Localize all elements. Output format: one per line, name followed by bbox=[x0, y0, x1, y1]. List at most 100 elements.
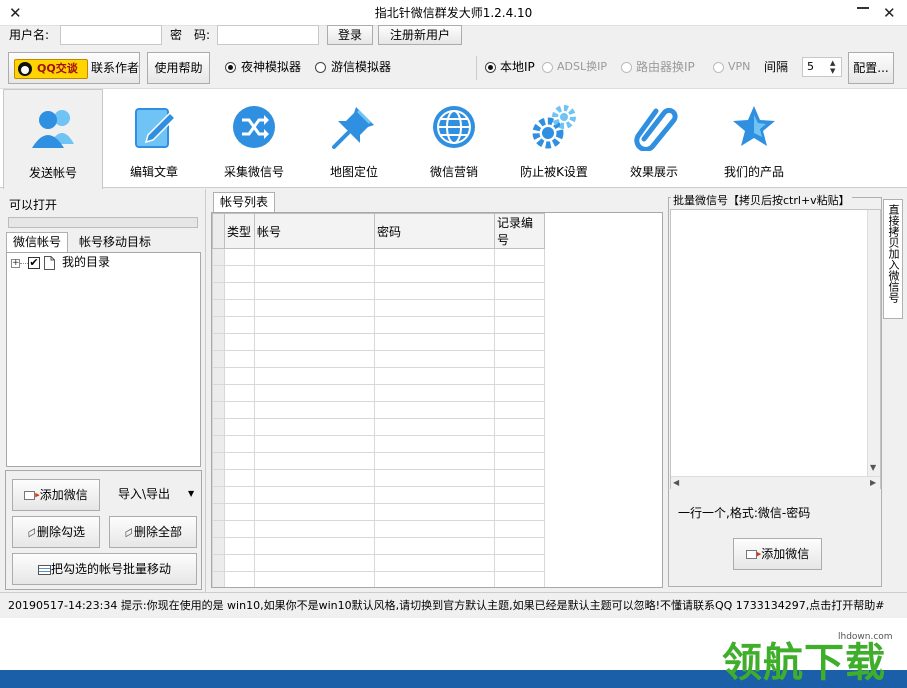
radio-selected[interactable] bbox=[485, 62, 496, 73]
table-cell[interactable] bbox=[374, 554, 495, 572]
password-input[interactable] bbox=[217, 25, 319, 45]
table-cell[interactable] bbox=[494, 384, 545, 402]
table-cell[interactable] bbox=[254, 299, 375, 317]
table-cell[interactable] bbox=[224, 248, 255, 266]
radio-unselected[interactable] bbox=[315, 62, 326, 73]
table-row[interactable] bbox=[212, 571, 545, 587]
table-row[interactable] bbox=[212, 435, 545, 453]
delete-checked-button[interactable]: ▱删除勾选 bbox=[12, 516, 100, 548]
tool-send-accounts[interactable]: 发送帐号 bbox=[3, 89, 103, 190]
row-header-cell[interactable] bbox=[212, 452, 225, 470]
table-cell[interactable] bbox=[374, 571, 495, 587]
table-cell[interactable] bbox=[374, 265, 495, 283]
batch-wechat-textarea[interactable]: ◀ ▶ ▼ bbox=[670, 209, 881, 489]
table-row[interactable] bbox=[212, 350, 545, 368]
table-cell[interactable] bbox=[224, 401, 255, 419]
row-header-cell[interactable] bbox=[212, 469, 225, 487]
scroll-down-icon[interactable]: ▼ bbox=[870, 462, 876, 474]
add-wechat-button[interactable]: ▸添加微信 bbox=[12, 479, 100, 511]
scroll-right-icon[interactable]: ▶ bbox=[870, 477, 876, 489]
tab-account-list[interactable]: 帐号列表 bbox=[213, 192, 275, 212]
table-cell[interactable] bbox=[494, 452, 545, 470]
table-cell[interactable] bbox=[254, 469, 375, 487]
table-cell[interactable] bbox=[224, 503, 255, 521]
table-row[interactable] bbox=[212, 316, 545, 334]
table-cell[interactable] bbox=[224, 316, 255, 334]
table-cell[interactable] bbox=[254, 520, 375, 538]
table-cell[interactable] bbox=[224, 571, 255, 587]
table-cell[interactable] bbox=[374, 282, 495, 300]
table-cell[interactable] bbox=[254, 384, 375, 402]
table-cell[interactable] bbox=[254, 265, 375, 283]
close-window-icon[interactable]: ✕ bbox=[883, 0, 896, 26]
column-header-type[interactable]: 类型 bbox=[224, 213, 255, 249]
scroll-left-icon[interactable]: ◀ bbox=[673, 477, 679, 489]
table-cell[interactable] bbox=[494, 265, 545, 283]
table-cell[interactable] bbox=[224, 282, 255, 300]
tool-edit-article[interactable]: 编辑文章 bbox=[104, 89, 204, 189]
row-header-cell[interactable] bbox=[212, 299, 225, 317]
row-header-cell[interactable] bbox=[212, 554, 225, 572]
table-cell[interactable] bbox=[224, 435, 255, 453]
batch-move-button[interactable]: 把勾选的帐号批量移动 bbox=[12, 553, 197, 585]
side-tab-direct-copy[interactable]: 直接拷贝加入微信号 bbox=[883, 199, 903, 319]
table-cell[interactable] bbox=[254, 316, 375, 334]
table-cell[interactable] bbox=[254, 503, 375, 521]
row-header-cell[interactable] bbox=[212, 367, 225, 385]
table-cell[interactable] bbox=[494, 350, 545, 368]
table-cell[interactable] bbox=[254, 486, 375, 504]
table-cell[interactable] bbox=[494, 469, 545, 487]
column-header-account[interactable]: 帐号 bbox=[254, 213, 375, 249]
table-cell[interactable] bbox=[224, 554, 255, 572]
close-icon[interactable]: ✕ bbox=[9, 0, 22, 26]
table-cell[interactable] bbox=[374, 452, 495, 470]
table-row[interactable] bbox=[212, 418, 545, 436]
row-header-cell[interactable] bbox=[212, 537, 225, 555]
table-cell[interactable] bbox=[254, 571, 375, 587]
table-cell[interactable] bbox=[254, 367, 375, 385]
login-button[interactable]: 登录 bbox=[327, 25, 373, 45]
table-row[interactable] bbox=[212, 554, 545, 572]
tab-move-target[interactable]: 帐号移动目标 bbox=[72, 233, 158, 252]
table-cell[interactable] bbox=[494, 503, 545, 521]
table-cell[interactable] bbox=[374, 401, 495, 419]
table-cell[interactable] bbox=[224, 486, 255, 504]
help-button[interactable]: 使用帮助 bbox=[147, 52, 210, 84]
table-row[interactable] bbox=[212, 452, 545, 470]
table-row[interactable] bbox=[212, 333, 545, 351]
status-message[interactable]: 20190517-14:23:34 提示:你现在使用的是 win10,如果你不是… bbox=[8, 593, 885, 619]
vertical-scrollbar[interactable]: ▼ bbox=[867, 210, 880, 476]
table-row[interactable] bbox=[212, 486, 545, 504]
table-cell[interactable] bbox=[254, 435, 375, 453]
row-header-cell[interactable] bbox=[212, 486, 225, 504]
table-row[interactable] bbox=[212, 469, 545, 487]
table-cell[interactable] bbox=[374, 537, 495, 555]
table-cell[interactable] bbox=[494, 333, 545, 351]
table-cell[interactable] bbox=[254, 248, 375, 266]
tool-anti-ban-settings[interactable]: 防止被K设置 bbox=[504, 89, 604, 189]
table-cell[interactable] bbox=[224, 418, 255, 436]
table-row[interactable] bbox=[212, 282, 545, 300]
table-row[interactable] bbox=[212, 248, 545, 266]
table-cell[interactable] bbox=[254, 282, 375, 300]
table-row[interactable] bbox=[212, 265, 545, 283]
table-cell[interactable] bbox=[494, 486, 545, 504]
username-input[interactable] bbox=[60, 25, 162, 45]
table-cell[interactable] bbox=[224, 469, 255, 487]
table-cell[interactable] bbox=[494, 418, 545, 436]
account-grid[interactable]: 类型 帐号 密码 记录编号 bbox=[211, 212, 663, 588]
expand-icon[interactable]: + bbox=[11, 259, 20, 268]
row-header-cell[interactable] bbox=[212, 384, 225, 402]
table-cell[interactable] bbox=[224, 452, 255, 470]
radio-selected[interactable] bbox=[225, 62, 236, 73]
table-row[interactable] bbox=[212, 503, 545, 521]
interval-spinbox[interactable]: 5 ▲ ▼ bbox=[802, 57, 842, 77]
table-cell[interactable] bbox=[224, 265, 255, 283]
row-header-cell[interactable] bbox=[212, 520, 225, 538]
row-header-cell[interactable] bbox=[212, 571, 225, 587]
table-cell[interactable] bbox=[494, 401, 545, 419]
table-cell[interactable] bbox=[224, 299, 255, 317]
table-cell[interactable] bbox=[224, 537, 255, 555]
row-header-cell[interactable] bbox=[212, 316, 225, 334]
table-cell[interactable] bbox=[374, 367, 495, 385]
